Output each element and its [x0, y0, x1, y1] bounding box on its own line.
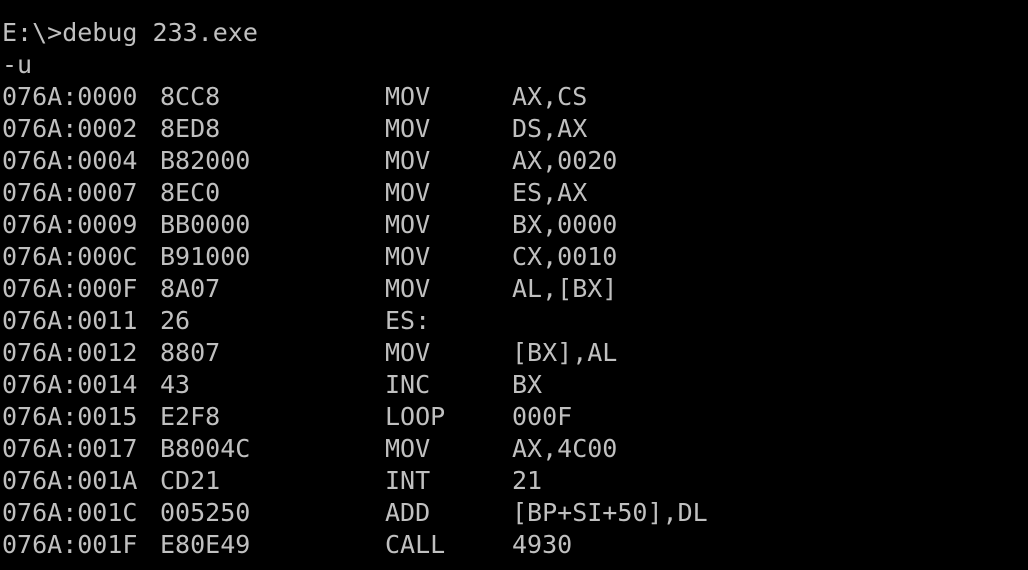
operands: ES,AX [512, 178, 588, 207]
address: 076A:0011 [2, 306, 138, 335]
machine-code: E80E49 [160, 530, 251, 559]
address: 076A:0014 [2, 370, 138, 399]
disassembly-row: 076A:000F 8A07 MOV AL,[BX] [2, 273, 617, 305]
address: 076A:0002 [2, 114, 138, 143]
disassembly-listing: 076A:0000 8CC8 MOV AX,CS 076A:0002 8ED8 MOV DS,… [2, 81, 708, 561]
disassembly-row: 076A:0004 B82000 MOV AX,0020 [2, 145, 617, 177]
mnemonic: MOV [385, 210, 431, 239]
address: 076A:0000 [2, 82, 138, 111]
disassembly-row: 076A:0002 8ED8 MOV DS,AX [2, 113, 587, 145]
operands: BX,0000 [512, 210, 618, 239]
disassembly-row: 076A:0007 8EC0 MOV ES,AX [2, 177, 587, 209]
address: 076A:0015 [2, 402, 138, 431]
disassembly-row: 076A:0012 8807 MOV [BX],AL [2, 337, 617, 369]
address: 076A:001A [2, 466, 138, 495]
operands: DS,AX [512, 114, 588, 143]
operands: AL,[BX] [512, 274, 618, 303]
machine-code: 8CC8 [160, 82, 221, 111]
operands: AX,0020 [512, 146, 618, 175]
disassembly-row: 076A:0015 E2F8 LOOP 000F [2, 401, 572, 433]
machine-code: 26 [160, 306, 191, 335]
machine-code: 8ED8 [160, 114, 221, 143]
machine-code: B82000 [160, 146, 251, 175]
mnemonic: MOV [385, 242, 431, 271]
machine-code: B91000 [160, 242, 251, 271]
dos-console[interactable]: E:\>debug 233.exe -u 076A:0000 8CC8 MOV AX,… [2, 17, 708, 561]
address: 076A:000F [2, 274, 138, 303]
mnemonic: LOOP [385, 402, 446, 431]
mnemonic: MOV [385, 338, 431, 367]
machine-code: E2F8 [160, 402, 221, 431]
mnemonic: ES: [385, 306, 431, 335]
mnemonic: CALL [385, 530, 446, 559]
disassembly-row: 076A:0000 8CC8 MOV AX,CS [2, 81, 587, 113]
mnemonic: MOV [385, 434, 431, 463]
address: 076A:001C [2, 498, 138, 527]
disassembly-row: 076A:000C B91000 MOV CX,0010 [2, 241, 617, 273]
machine-code: 8A07 [160, 274, 221, 303]
mnemonic: INC [385, 370, 431, 399]
address: 076A:0004 [2, 146, 138, 175]
disassembly-row: 076A:001F E80E49 CALL 4930 [2, 529, 572, 561]
operands: [BX],AL [512, 338, 618, 367]
machine-code: BB0000 [160, 210, 251, 239]
operands: BX [512, 370, 543, 399]
address: 076A:000C [2, 242, 138, 271]
mnemonic: MOV [385, 82, 431, 111]
address: 076A:0009 [2, 210, 138, 239]
mnemonic: ADD [385, 498, 431, 527]
disassembly-row: 076A:0014 43 INC BX [2, 369, 542, 401]
mnemonic: MOV [385, 274, 431, 303]
address: 076A:0007 [2, 178, 138, 207]
disassembly-row: 076A:0009 BB0000 MOV BX,0000 [2, 209, 617, 241]
disassembly-row: 076A:0011 26 ES: [2, 305, 430, 337]
address: 076A:001F [2, 530, 138, 559]
operands: 000F [512, 402, 573, 431]
command-line: E:\>debug 233.exe [2, 18, 258, 47]
disassembly-row: 076A:0017 B8004C MOV AX,4C00 [2, 433, 617, 465]
machine-code: 43 [160, 370, 191, 399]
disassembly-row: 076A:001C 005250 ADD [BP+SI+50],DL [2, 497, 708, 529]
operands: [BP+SI+50],DL [512, 498, 708, 527]
operands: 4930 [512, 530, 573, 559]
mnemonic: MOV [385, 146, 431, 175]
machine-code: 8807 [160, 338, 221, 367]
mnemonic: MOV [385, 178, 431, 207]
mnemonic: INT [385, 466, 431, 495]
operands: 21 [512, 466, 543, 495]
operands: AX,CS [512, 82, 588, 111]
machine-code: B8004C [160, 434, 251, 463]
machine-code: 8EC0 [160, 178, 221, 207]
machine-code: CD21 [160, 466, 221, 495]
debug-prompt-line: -u [2, 50, 33, 79]
operands: AX,4C00 [512, 434, 618, 463]
operands: CX,0010 [512, 242, 618, 271]
machine-code: 005250 [160, 498, 251, 527]
disassembly-row: 076A:001A CD21 INT 21 [2, 465, 542, 497]
address: 076A:0017 [2, 434, 138, 463]
mnemonic: MOV [385, 114, 431, 143]
address: 076A:0012 [2, 338, 138, 367]
